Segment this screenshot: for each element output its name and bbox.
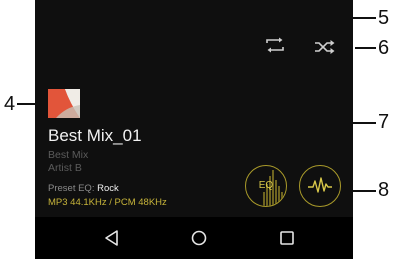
artist-name: Artist B [48,162,82,174]
player-screen: Best Mix_01 Best Mix Artist B Preset EQ:… [35,0,353,259]
callout-4-leader [17,103,35,105]
track-title: Best Mix_01 [48,126,142,145]
callout-6: 6 [378,37,390,59]
shuffle-button[interactable] [314,39,336,60]
waveform-button[interactable] [299,165,341,207]
callout-7: 7 [378,111,390,133]
eq-button[interactable]: EQ [245,165,287,207]
album-name: Best Mix [48,149,89,161]
waveform-icon [308,177,332,193]
repeat-button[interactable] [264,37,286,58]
album-art-image [48,89,80,118]
callout-4: 4 [4,93,16,115]
eq-label: EQ [258,180,274,191]
callout-8: 8 [378,179,390,201]
nav-recents-icon [280,231,294,245]
preset-eq-label: Preset EQ: [48,183,95,194]
navigation-bar [35,217,353,259]
preset-eq-value: Rock [97,183,119,194]
nav-home-button[interactable] [187,227,211,249]
format-info: MP3 44.1KHz / PCM 48KHz [48,197,167,208]
callout-5: 5 [378,7,390,29]
album-art[interactable] [48,89,80,123]
callout-6-leader [355,47,376,49]
shuffle-icon [315,40,335,54]
nav-recents-button[interactable] [275,227,299,249]
preset-eq: Preset EQ: Rock [48,183,119,194]
repeat-icon [266,37,284,53]
nav-back-icon [105,230,118,246]
nav-back-button[interactable] [100,227,124,249]
nav-home-icon [191,230,207,246]
